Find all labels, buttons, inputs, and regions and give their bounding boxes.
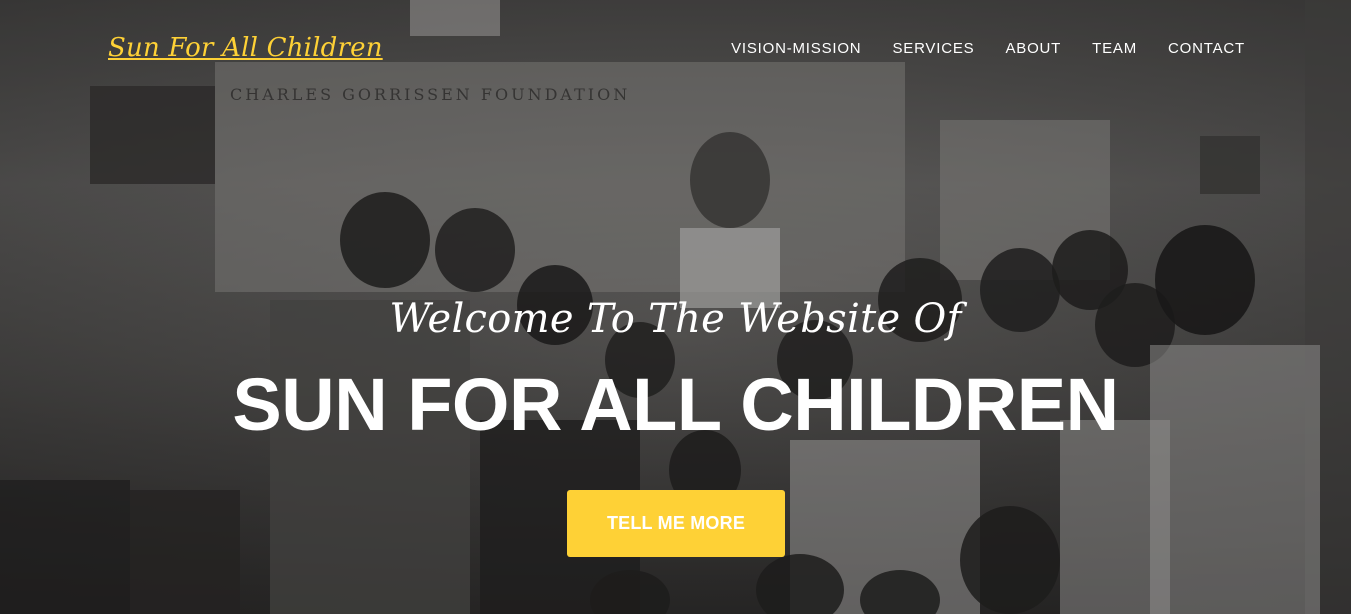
intro-lead-heading: Welcome To The Website Of	[389, 296, 962, 342]
intro-text: Welcome To The Website Of SUN FOR ALL CH…	[0, 0, 1351, 614]
hero-section: CHARLES GORRISSEN FOUNDATION Sun For All…	[0, 0, 1351, 614]
tell-me-more-button[interactable]: TELL ME MORE	[567, 490, 785, 557]
intro-main-heading: SUN FOR ALL CHILDREN	[232, 363, 1119, 446]
